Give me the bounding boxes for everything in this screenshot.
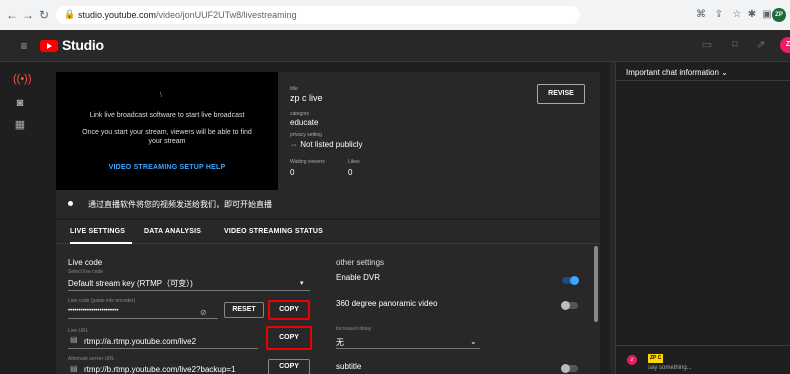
stream-key-label: Live code (paste into encoder)	[68, 298, 136, 304]
live-settings-panel	[56, 244, 600, 374]
copy-url-button[interactable]: COPY	[266, 326, 312, 350]
select-underline	[68, 290, 310, 291]
chat-input-divider	[615, 345, 790, 346]
live-code-title: Live code	[68, 258, 103, 267]
waiting-viewers-value: 0	[290, 168, 295, 177]
chevron-down-icon[interactable]: ⌄	[470, 337, 477, 346]
chat-panel	[615, 62, 790, 374]
alt-url-label: Alternate server URL	[68, 356, 115, 362]
chat-header[interactable]: Important chat information ⌄	[626, 68, 728, 77]
calendar-icon[interactable]: ▦	[13, 118, 27, 132]
chevron-down-icon: ⌄	[721, 68, 728, 77]
url-text: studio.youtube.com/video/jonUUF2UTw8/liv…	[78, 10, 297, 20]
stream-preview: \ Link live broadcast software to start …	[56, 72, 278, 190]
privacy-label: privacy setting	[290, 132, 322, 138]
settings-tabs: LIVE SETTINGS DATA ANALYSIS VIDEO STREAM…	[56, 220, 600, 244]
status-dot-icon	[68, 201, 73, 206]
lock-icon: 🔒	[64, 9, 76, 19]
live-url-label: Live URL	[68, 328, 89, 334]
share-icon[interactable]: ⇪	[712, 8, 726, 22]
delay-label: Increased delay	[336, 326, 372, 332]
category-label: category	[290, 111, 310, 117]
studio-header	[0, 30, 790, 62]
dvr-toggle-knob	[570, 276, 579, 285]
waiting-viewers-label: Waiting viewers	[290, 159, 325, 165]
app-name: Studio	[62, 37, 104, 53]
status-text: 通过直播软件将您的视频发送给我们，即可开始直播	[88, 200, 272, 209]
preview-title: Link live broadcast software to start li…	[89, 112, 245, 119]
reload-icon[interactable]: ↻	[36, 7, 52, 23]
privacy-value: ⇔ Not listed publicly	[290, 140, 363, 149]
camera-icon[interactable]: ◙	[13, 96, 27, 110]
tab-data-analysis[interactable]: DATA ANALYSIS	[144, 228, 201, 235]
likes-value: 0	[348, 168, 353, 177]
extensions-icon[interactable]: ✱	[745, 8, 759, 22]
panoramic-toggle-knob	[561, 301, 570, 310]
message-icon[interactable]: ▭	[700, 38, 714, 52]
select-code-label: Select live code	[68, 269, 104, 275]
back-icon[interactable]: ←	[4, 7, 20, 23]
account-avatar[interactable]: Z	[780, 37, 790, 53]
tab-live-settings[interactable]: LIVE SETTINGS	[70, 228, 125, 235]
youtube-logo-icon[interactable]	[40, 40, 58, 52]
link-icon: ⇔	[290, 140, 301, 149]
likes-label: Likes	[348, 159, 360, 165]
visibility-off-icon[interactable]: ⊘	[200, 308, 207, 317]
address-bar[interactable]: 🔒 studio.youtube.com/video/jonUUF2UTw8/l…	[56, 6, 580, 24]
stream-key-field[interactable]: ••••••••••••••••••••••••	[68, 308, 118, 314]
translate-icon[interactable]: ⌘	[694, 8, 708, 22]
delay-underline	[336, 348, 480, 349]
other-settings-title: other settings	[336, 258, 385, 267]
key-underline	[68, 318, 218, 319]
copy-doc-icon: ▤	[70, 335, 78, 344]
share-arrow-icon[interactable]: ⇗	[754, 38, 768, 52]
subtitle-label: subtitle	[336, 362, 362, 371]
copy-key-button[interactable]: COPY	[268, 300, 310, 320]
live-icon[interactable]: ((•))	[13, 72, 32, 86]
dvr-label: Enable DVR	[336, 273, 381, 282]
chat-divider	[615, 80, 790, 81]
setup-help-link[interactable]: VIDEO STREAMING SETUP HELP	[56, 164, 278, 171]
star-icon[interactable]: ☆	[730, 8, 744, 22]
preview-description: Once you start your stream, viewers will…	[82, 129, 252, 145]
stream-key-select[interactable]: Default stream key (RTMP（可变）)	[68, 278, 193, 289]
browser-profile-avatar[interactable]: ZP	[772, 8, 786, 22]
title-value: zp c live	[290, 93, 323, 103]
url-underline	[68, 348, 258, 349]
panoramic-label: 360 degree panoramic video	[336, 299, 438, 308]
copy-doc-icon: ▤	[70, 364, 78, 373]
copy-alt-url-button[interactable]: COPY	[268, 359, 310, 374]
stream-status-row: 通过直播软件将您的视频发送给我们，即可开始直播	[56, 190, 600, 218]
revise-button[interactable]: REVISE	[537, 84, 585, 104]
menu-icon[interactable]: ≡	[16, 38, 32, 54]
alt-url-field[interactable]: rtmp://b.rtmp.youtube.com/live2?backup=1	[84, 365, 235, 374]
settings-scrollbar[interactable]	[594, 246, 598, 322]
live-url-field[interactable]: rtmp://a.rtmp.youtube.com/live2	[84, 337, 196, 346]
category-value: educate	[290, 118, 319, 127]
delay-select[interactable]: 无	[336, 337, 344, 348]
chat-user-avatar: z	[627, 355, 637, 365]
tab-video-streaming-status[interactable]: VIDEO STREAMING STATUS	[224, 228, 323, 235]
chat-user-badge: ZP C	[648, 354, 664, 363]
title-label: title	[290, 86, 298, 92]
loading-icon: \	[160, 92, 162, 99]
chat-input[interactable]: say something...	[648, 365, 692, 371]
dropdown-arrow-icon[interactable]: ▾	[300, 279, 304, 287]
bookmark-icon[interactable]: ⌑	[728, 38, 742, 52]
reset-button[interactable]: RESET	[224, 302, 264, 318]
subtitle-toggle-knob	[561, 364, 570, 373]
forward-icon[interactable]: →	[20, 7, 36, 23]
